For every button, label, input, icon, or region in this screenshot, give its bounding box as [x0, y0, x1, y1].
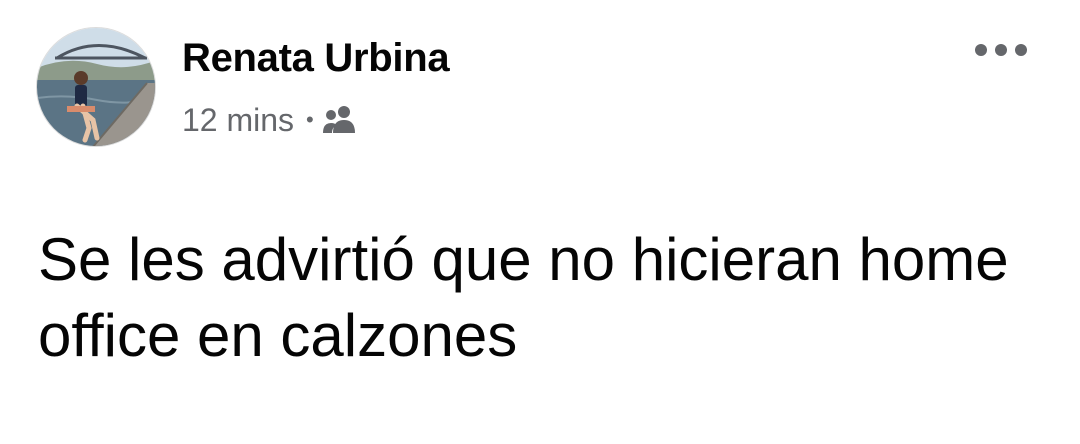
friends-icon[interactable]: [322, 105, 358, 135]
avatar-photo: [37, 28, 155, 146]
post-meta: 12 mins •: [182, 98, 358, 142]
more-options-button[interactable]: [966, 30, 1036, 70]
post-card: Renata Urbina 12 mins • Se les advirtió …: [0, 0, 1080, 444]
post-text: Se les advirtió que no hicieran home off…: [38, 226, 1009, 369]
post-timestamp[interactable]: 12 mins: [182, 102, 294, 139]
meta-separator: •: [306, 107, 314, 132]
avatar[interactable]: [36, 27, 156, 147]
more-options-icon: [975, 44, 1027, 56]
author-name[interactable]: Renata Urbina: [182, 34, 450, 82]
